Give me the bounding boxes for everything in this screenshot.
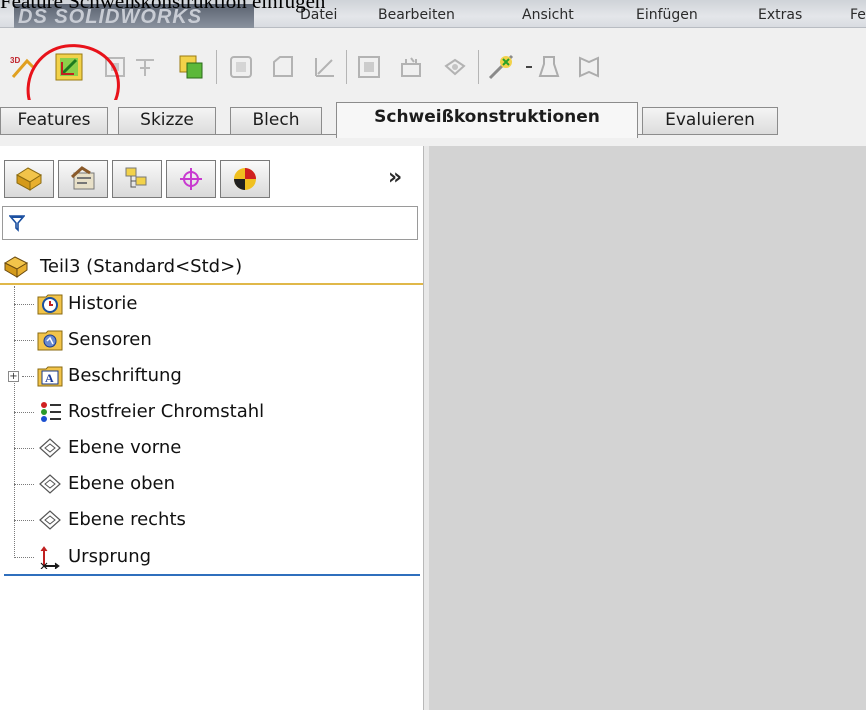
part-icon (2, 254, 30, 280)
fillet-bead-icon[interactable] (268, 52, 298, 82)
toolbar-separator (478, 50, 479, 84)
configurationmanager-icon[interactable] (112, 160, 162, 198)
hole-icon[interactable] (440, 52, 470, 82)
tree-item-label: Ebene rechts (68, 509, 186, 530)
tree-item-label: Ebene vorne (68, 437, 182, 458)
origin-icon (34, 544, 62, 570)
material-icon (36, 399, 64, 425)
tree-item-material[interactable]: Rostfreier Chromstahl (0, 394, 423, 430)
tree-end-marker (4, 574, 420, 576)
tree-item-right-plane[interactable]: Ebene rechts (0, 502, 423, 538)
svg-text:3D: 3D (10, 56, 20, 65)
3d-sketch-icon[interactable]: 3D (8, 52, 38, 82)
tab-features[interactable]: Features (0, 107, 108, 135)
tree-item-history[interactable]: Historie (0, 286, 423, 322)
tree-item-label: Ebene oben (68, 473, 175, 494)
menu-insert[interactable]: Einfügen (636, 5, 698, 25)
tree-item-origin[interactable]: Ursprung (0, 539, 423, 575)
plane-icon (36, 507, 64, 533)
filter-icon[interactable] (8, 214, 26, 237)
menu-window[interactable]: Fe (850, 5, 866, 25)
toolbar-separator (216, 50, 217, 84)
sensors-icon (36, 327, 64, 353)
extruded-cut-icon[interactable] (396, 52, 426, 82)
display-manager-icon[interactable] (220, 160, 270, 198)
weldments-toolbar: 3D (0, 28, 866, 135)
face-icon[interactable] (574, 52, 604, 82)
annotations-icon: A (36, 363, 64, 389)
weldment-icon[interactable] (54, 52, 84, 82)
svg-text:A: A (45, 371, 54, 385)
featuremanager-panel: » Teil3 (Standard<Std>) Historie Sensore… (0, 146, 423, 710)
dimxpert-manager-icon[interactable] (166, 160, 216, 198)
tab-weldments[interactable]: Schweißkonstruktionen (336, 102, 638, 138)
tree-item-label: Beschriftung (68, 365, 182, 386)
extruded-boss-icon[interactable] (354, 52, 384, 82)
page-caption: Feature Schweißkonstruktion einfügen (0, 0, 326, 13)
structural-member-icon[interactable] (100, 52, 130, 82)
tree-item-sensors[interactable]: Sensoren (0, 322, 423, 358)
tree-item-front-plane[interactable]: Ebene vorne (0, 430, 423, 466)
plane-icon (36, 471, 64, 497)
tree-item-annotations[interactable]: + A Beschriftung (0, 358, 423, 394)
expand-panel-chevron[interactable]: » (388, 167, 402, 189)
gusset-icon[interactable] (226, 52, 256, 82)
tree-item-label: Sensoren (68, 329, 152, 350)
tab-evaluate[interactable]: Evaluieren (642, 107, 778, 135)
expand-toggle[interactable]: + (8, 371, 19, 382)
graphics-viewport[interactable] (429, 146, 866, 710)
part-name-label: Teil3 (Standard<Std>) (40, 256, 243, 277)
propertymanager-icon[interactable] (58, 160, 108, 198)
command-manager-tabs: Features Skizze Blech Schweißkonstruktio… (0, 100, 866, 146)
menu-tools[interactable]: Extras (758, 5, 802, 25)
plane-icon (36, 435, 64, 461)
chamfer-icon[interactable] (486, 52, 516, 82)
history-icon (36, 291, 64, 317)
featuremanager-tree-icon[interactable] (4, 160, 54, 198)
tab-sketch[interactable]: Skizze (118, 107, 216, 135)
weldment-cut-list-icon[interactable] (310, 52, 340, 82)
cosmetic-thread-icon[interactable] (534, 52, 564, 82)
tree-filter-box[interactable] (2, 206, 418, 240)
trim-extend-icon[interactable] (130, 52, 160, 82)
tree-item-top-plane[interactable]: Ebene oben (0, 466, 423, 502)
tree-root-row[interactable]: Teil3 (Standard<Std>) (0, 249, 423, 285)
tree-item-label: Historie (68, 293, 138, 314)
toolbar-separator (346, 50, 347, 84)
end-cap-icon[interactable] (176, 52, 206, 82)
tree-item-label: Ursprung (68, 546, 152, 567)
tab-sheet-metal[interactable]: Blech (230, 107, 322, 135)
tree-item-label: Rostfreier Chromstahl (68, 401, 265, 422)
menu-view[interactable]: Ansicht (522, 5, 574, 25)
